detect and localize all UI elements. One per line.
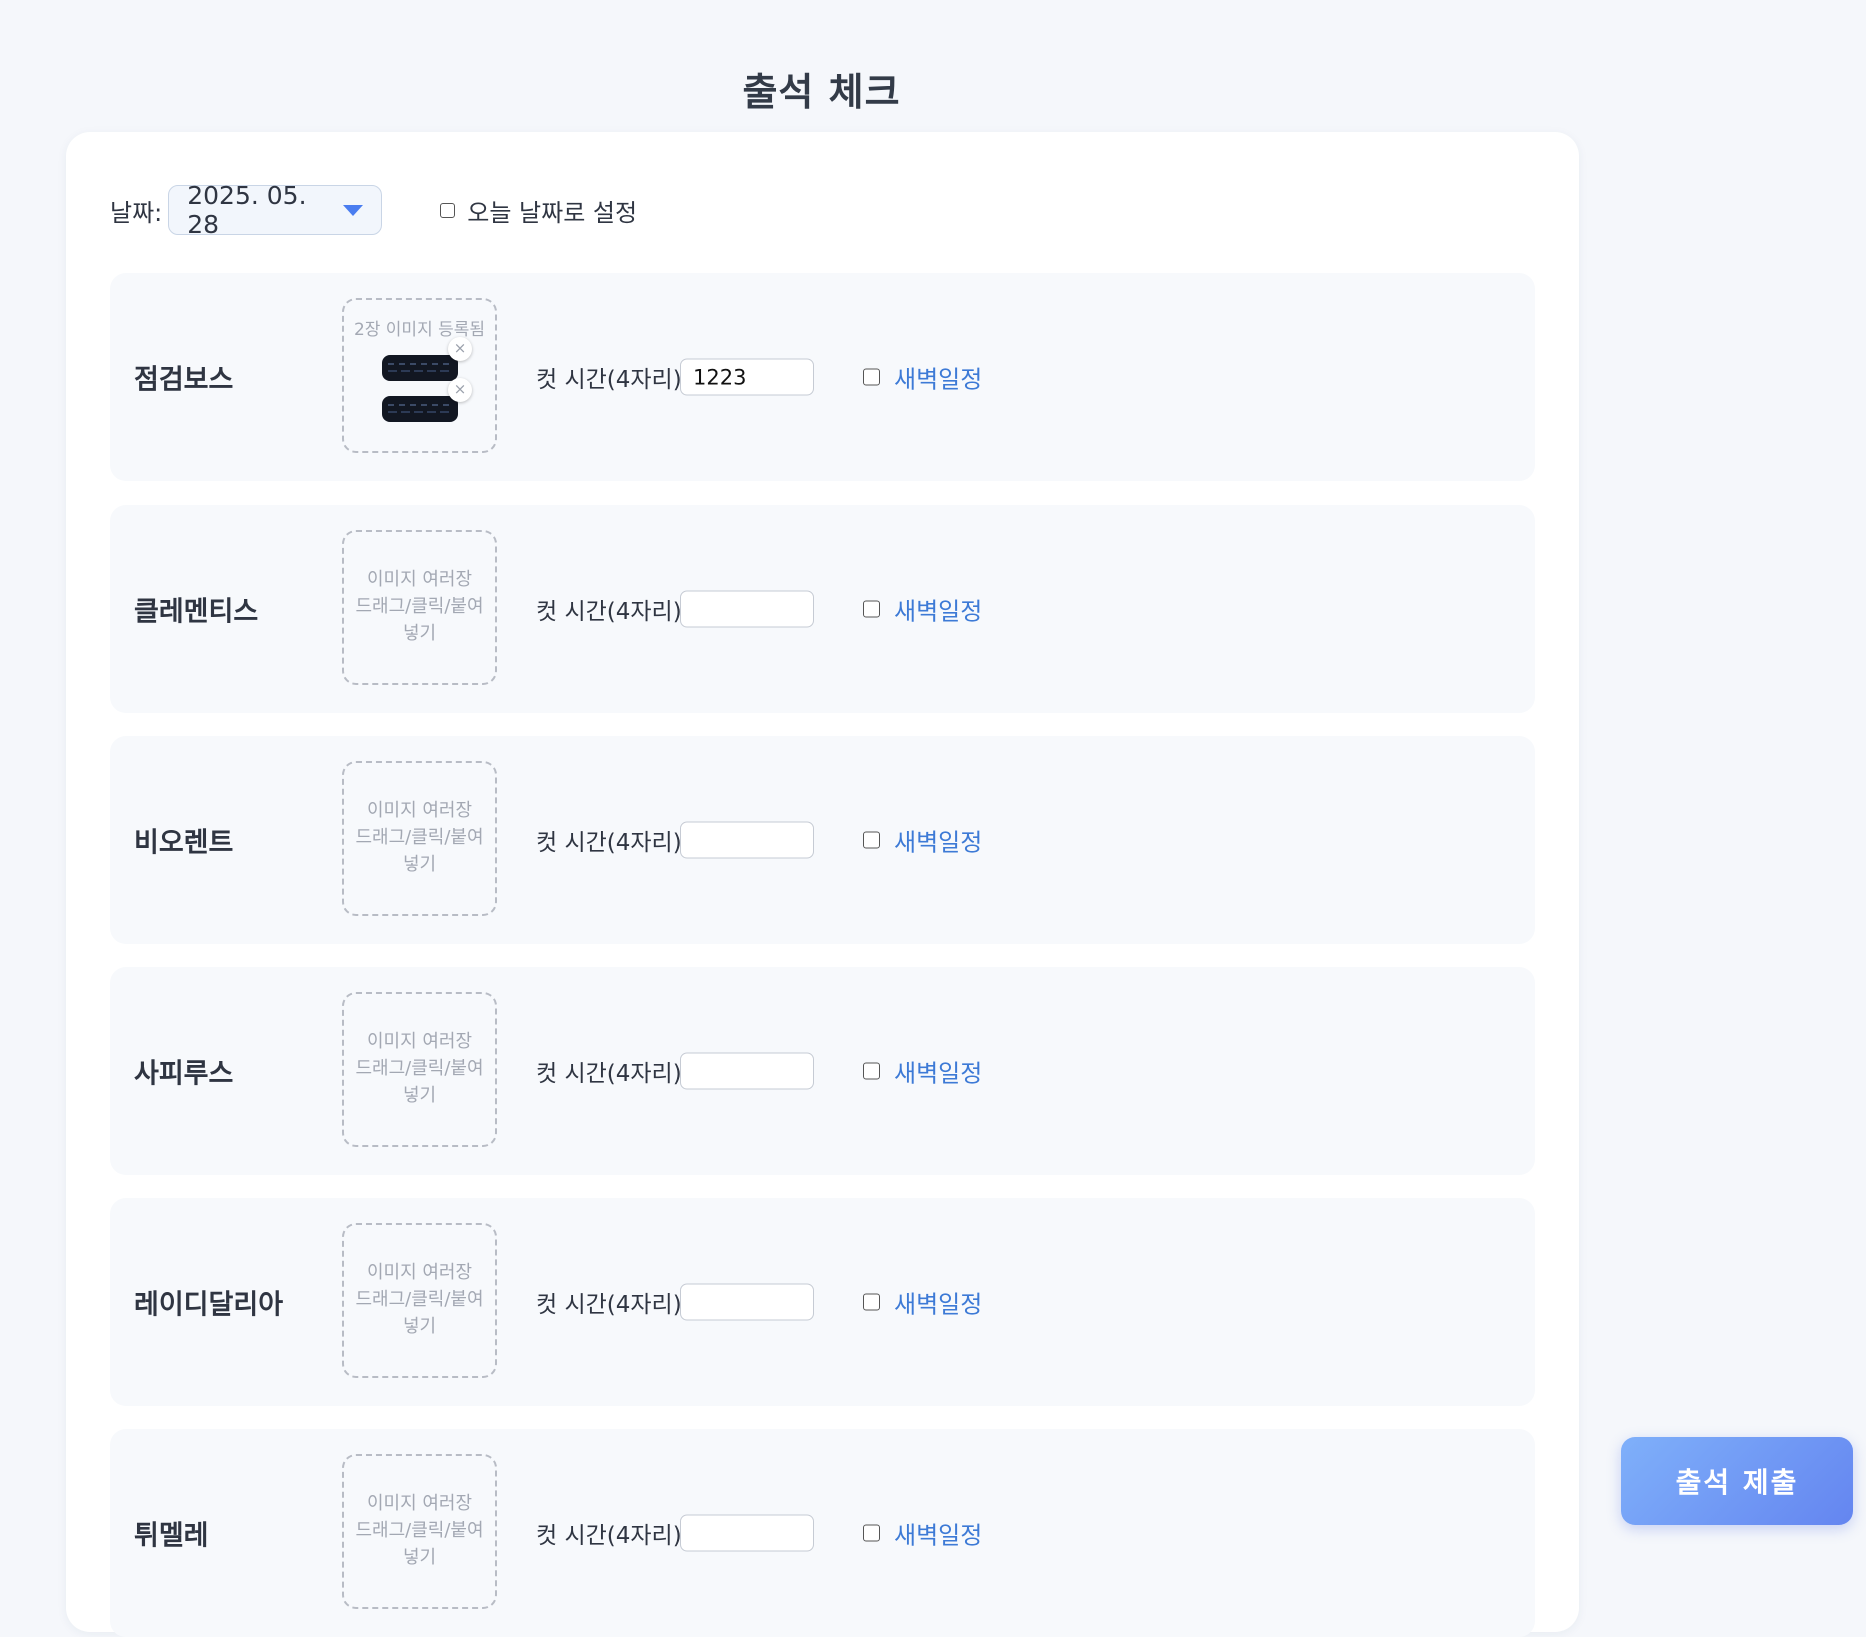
dawn-label: 새벽일정 [894, 828, 983, 857]
date-row: 날짜: 2025. 05. 28 오늘 날짜로 설정 [110, 181, 637, 239]
dawn-checkbox[interactable] [863, 1062, 880, 1080]
image-thumbnail [382, 355, 458, 381]
dawn-checkbox[interactable] [863, 831, 880, 849]
cut-time-label: 컷 시간(4자리) [536, 599, 682, 625]
cut-time-input[interactable] [680, 590, 814, 628]
image-dropzone[interactable]: 이미지 여러장 드래그/클릭/붙여 넣기 [342, 992, 497, 1147]
close-icon[interactable]: × [448, 337, 472, 361]
boss-row: 튀멜레 이미지 여러장 드래그/클릭/붙여 넣기 컷 시간(4자리) 새벽일정 [110, 1429, 1535, 1637]
dropzone-hint: 이미지 여러장 드래그/클릭/붙여 넣기 [355, 1493, 484, 1568]
dawn-label: 새벽일정 [894, 597, 983, 626]
dawn-toggle[interactable]: 새벽일정 [863, 592, 982, 627]
boss-row: 비오렌트 이미지 여러장 드래그/클릭/붙여 넣기 컷 시간(4자리) 새벽일정 [110, 736, 1535, 944]
cut-time-label: 컷 시간(4자리) [536, 830, 682, 856]
cut-time-label: 컷 시간(4자리) [536, 1061, 682, 1087]
boss-name: 클레멘티스 [134, 596, 259, 628]
dawn-toggle[interactable]: 새벽일정 [863, 1516, 982, 1551]
cut-time-label: 컷 시간(4자리) [536, 1292, 682, 1318]
today-toggle-label: 오늘 날짜로 설정 [467, 198, 638, 227]
date-value: 2025. 05. 28 [187, 181, 307, 239]
cut-time-input[interactable] [680, 1052, 814, 1090]
today-toggle[interactable]: 오늘 날짜로 설정 [440, 193, 637, 228]
dawn-checkbox[interactable] [863, 600, 880, 618]
close-icon[interactable]: × [448, 378, 472, 402]
boss-row: 점검보스 2장 이미지 등록됨 × × 컷 시간(4자리) 새벽일정 [110, 273, 1535, 481]
cut-time-label: 컷 시간(4자리) [536, 367, 682, 393]
dawn-label: 새벽일정 [894, 365, 983, 394]
image-dropzone[interactable]: 이미지 여러장 드래그/클릭/붙여 넣기 [342, 761, 497, 916]
image-dropzone[interactable]: 이미지 여러장 드래그/클릭/붙여 넣기 [342, 530, 497, 685]
boss-row: 클레멘티스 이미지 여러장 드래그/클릭/붙여 넣기 컷 시간(4자리) 새벽일… [110, 505, 1535, 713]
image-dropzone[interactable]: 2장 이미지 등록됨 × × [342, 298, 497, 453]
dawn-toggle[interactable]: 새벽일정 [863, 360, 982, 395]
dawn-toggle[interactable]: 새벽일정 [863, 1054, 982, 1089]
cut-time-input[interactable] [680, 1514, 814, 1552]
boss-row: 사피루스 이미지 여러장 드래그/클릭/붙여 넣기 컷 시간(4자리) 새벽일정 [110, 967, 1535, 1175]
dawn-label: 새벽일정 [894, 1521, 983, 1550]
page-title: 출석 체크 [742, 70, 901, 115]
caret-down-icon [343, 204, 364, 216]
boss-name: 레이디달리아 [134, 1289, 284, 1321]
boss-name: 튀멜레 [134, 1520, 209, 1552]
dawn-label: 새벽일정 [894, 1059, 983, 1088]
dawn-checkbox[interactable] [863, 368, 880, 386]
dropzone-hint: 이미지 여러장 드래그/클릭/붙여 넣기 [355, 569, 484, 644]
dropzone-count: 2장 이미지 등록됨 [353, 320, 486, 340]
boss-name: 점검보스 [134, 364, 234, 396]
cut-time-label: 컷 시간(4자리) [536, 1523, 682, 1549]
cut-time-input[interactable] [680, 358, 814, 396]
cut-time-input[interactable] [680, 1283, 814, 1321]
dropzone-hint: 이미지 여러장 드래그/클릭/붙여 넣기 [355, 800, 484, 875]
image-dropzone[interactable]: 이미지 여러장 드래그/클릭/붙여 넣기 [342, 1454, 497, 1609]
today-checkbox[interactable] [440, 202, 456, 218]
dawn-checkbox[interactable] [863, 1293, 880, 1311]
image-dropzone[interactable]: 이미지 여러장 드래그/클릭/붙여 넣기 [342, 1223, 497, 1378]
dropzone-hint: 이미지 여러장 드래그/클릭/붙여 넣기 [355, 1262, 484, 1337]
dawn-toggle[interactable]: 새벽일정 [863, 823, 982, 858]
date-select[interactable]: 2025. 05. 28 [168, 181, 383, 239]
cut-time-input[interactable] [680, 821, 814, 859]
dawn-toggle[interactable]: 새벽일정 [863, 1285, 982, 1320]
boss-name: 비오렌트 [134, 827, 234, 859]
dawn-label: 새벽일정 [894, 1290, 983, 1319]
dawn-checkbox[interactable] [863, 1524, 880, 1542]
image-thumbnail [382, 396, 458, 422]
boss-name: 사피루스 [134, 1058, 234, 1090]
date-label: 날짜: [110, 198, 163, 227]
submit-attendance-button[interactable]: 출석 제출 [1621, 1437, 1853, 1525]
dropzone-hint: 이미지 여러장 드래그/클릭/붙여 넣기 [355, 1031, 484, 1106]
boss-row: 레이디달리아 이미지 여러장 드래그/클릭/붙여 넣기 컷 시간(4자리) 새벽… [110, 1198, 1535, 1406]
